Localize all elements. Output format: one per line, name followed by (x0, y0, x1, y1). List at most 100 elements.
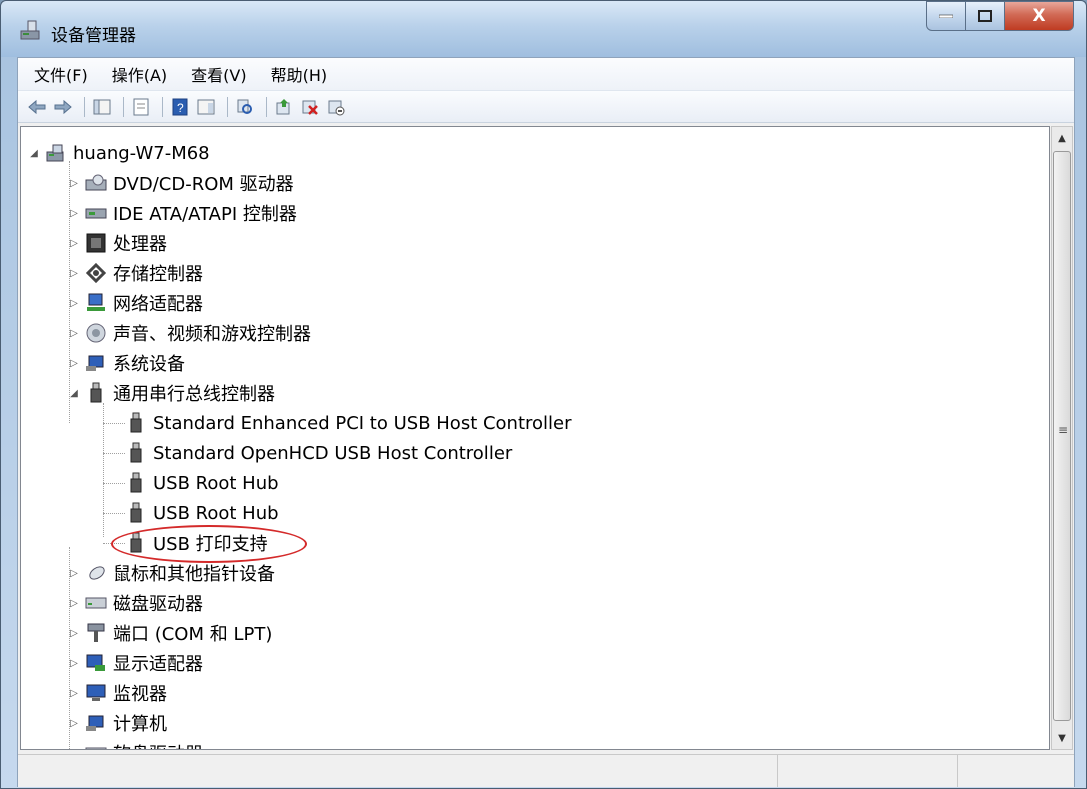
system-device-icon (85, 352, 107, 374)
expand-arrow-icon[interactable]: ▷ (67, 748, 81, 750)
device-manager-app-icon (19, 19, 43, 45)
scroll-up-arrow-icon[interactable]: ▲ (1052, 127, 1072, 149)
close-button[interactable]: X (1004, 1, 1074, 31)
minimize-button[interactable] (926, 1, 966, 31)
tree-category-node[interactable]: ▷ 磁盘驱动器 (67, 589, 203, 617)
tree-category-label: 存储控制器 (113, 264, 203, 285)
usb-device-node[interactable]: USB Root Hub (125, 499, 279, 527)
computer-icon (45, 142, 67, 164)
usb-device-label: Standard Enhanced PCI to USB Host Contro… (153, 412, 572, 434)
usb-icon (125, 412, 147, 434)
menu-help[interactable]: 帮助(H) (263, 62, 336, 86)
tree-category-label: 通用串行总线控制器 (113, 384, 275, 405)
back-icon[interactable] (26, 96, 48, 118)
tree-category-node[interactable]: ▷ 鼠标和其他指针设备 (67, 559, 275, 587)
window-title: 设备管理器 (51, 26, 136, 46)
tree-category-node[interactable]: ▷ 显示适配器 (67, 649, 203, 677)
maximize-button[interactable] (965, 1, 1005, 31)
menu-file[interactable]: 文件(F) (26, 62, 96, 86)
port-icon (85, 622, 107, 644)
collapse-arrow-icon[interactable]: ◢ (27, 148, 41, 159)
usb-device-node[interactable]: Standard OpenHCD USB Host Controller (125, 439, 512, 467)
disable-icon[interactable] (325, 96, 347, 118)
expand-arrow-icon[interactable]: ▷ (67, 328, 81, 339)
expand-arrow-icon[interactable]: ▷ (67, 178, 81, 189)
title-bar[interactable]: 设备管理器 X (1, 1, 1086, 57)
tree-category-node-partial[interactable]: ▷ 软盘驱动器 (67, 739, 203, 750)
usb-icon (125, 442, 147, 464)
toolbar-separator (123, 96, 124, 117)
usb-device-label: USB Root Hub (153, 472, 279, 494)
tree-category-node[interactable]: ▷ 存储控制器 (67, 259, 203, 287)
tree-category-label: 网络适配器 (113, 294, 203, 315)
usb-device-label: Standard OpenHCD USB Host Controller (153, 442, 513, 464)
expand-arrow-icon[interactable]: ▷ (67, 268, 81, 279)
tree-category-node[interactable]: ▷ 处理器 (67, 229, 167, 257)
tree-category-label: DVD/CD-ROM 驱动器 (113, 174, 294, 195)
window-client-area: 文件(F) 操作(A) 查看(V) 帮助(H) ? ◢ huang-W7-M68… (17, 57, 1075, 787)
expand-arrow-icon[interactable]: ▷ (67, 598, 81, 609)
expand-arrow-icon[interactable]: ▷ (67, 718, 81, 729)
expand-arrow-icon[interactable]: ▷ (67, 238, 81, 249)
expand-arrow-icon[interactable]: ▷ (67, 658, 81, 669)
tree-category-label: 端口 (COM 和 LPT) (113, 624, 273, 645)
expand-arrow-icon[interactable]: ▷ (67, 298, 81, 309)
forward-icon[interactable] (52, 96, 74, 118)
scan-hardware-icon[interactable] (234, 96, 256, 118)
tree-category-node[interactable]: ▷ 计算机 (67, 709, 167, 737)
properties-icon[interactable] (130, 96, 152, 118)
tree-category-node[interactable]: ▷ 网络适配器 (67, 289, 203, 317)
expand-arrow-icon[interactable]: ▷ (67, 688, 81, 699)
menu-action[interactable]: 操作(A) (104, 62, 175, 86)
vertical-scrollbar[interactable]: ▲ ≡ ▼ (1051, 126, 1073, 750)
device-tree[interactable]: ◢ huang-W7-M68 ▷ DVD/CD-ROM 驱动器 ▷ IDE AT… (20, 126, 1050, 750)
menu-view[interactable]: 查看(V) (183, 62, 254, 86)
tree-category-label: IDE ATA/ATAPI 控制器 (113, 204, 297, 225)
view-icon[interactable] (195, 96, 217, 118)
scrollbar-grip-icon: ≡ (1058, 423, 1069, 437)
tree-category-node[interactable]: ▷ 声音、视频和游戏控制器 (67, 319, 311, 347)
expand-arrow-icon[interactable]: ▷ (67, 358, 81, 369)
expand-arrow-icon[interactable]: ▷ (67, 628, 81, 639)
usb-icon (125, 472, 147, 494)
tree-category-node[interactable]: ▷ 端口 (COM 和 LPT) (67, 619, 272, 647)
tree-category-node[interactable]: ▷ 监视器 (67, 679, 167, 707)
tree-category-node[interactable]: ▷ IDE ATA/ATAPI 控制器 (67, 199, 297, 227)
sound-icon (85, 322, 107, 344)
usb-device-node[interactable]: Standard Enhanced PCI to USB Host Contro… (125, 409, 572, 437)
tree-category-label: 软盘驱动器 (113, 740, 203, 749)
toolbar-separator (227, 96, 228, 117)
network-adapter-icon (85, 292, 107, 314)
expand-arrow-icon[interactable]: ▷ (67, 208, 81, 219)
storage-controller-icon (85, 262, 107, 284)
monitor-icon (85, 682, 107, 704)
tree-root-node[interactable]: ◢ huang-W7-M68 (27, 139, 210, 167)
floppy-icon (85, 742, 107, 749)
menu-bar: 文件(F) 操作(A) 查看(V) 帮助(H) (18, 58, 1074, 91)
update-driver-icon[interactable] (273, 96, 295, 118)
usb-device-node[interactable]: USB Root Hub (125, 469, 279, 497)
status-bar (18, 754, 1074, 787)
highlight-annotation-ring (111, 525, 307, 563)
status-cell (778, 755, 959, 787)
tree-category-node-usb[interactable]: ◢ 通用串行总线控制器 (67, 379, 275, 407)
usb-icon (125, 502, 147, 524)
window-controls: X (926, 1, 1074, 37)
help-icon[interactable]: ? (169, 96, 191, 118)
tree-connector-line (103, 483, 125, 484)
collapse-arrow-icon[interactable]: ◢ (67, 388, 81, 399)
disk-drive-icon (85, 592, 107, 614)
scrollbar-thumb[interactable]: ≡ (1053, 151, 1071, 721)
tree-category-node[interactable]: ▷ 系统设备 (67, 349, 185, 377)
mouse-icon (85, 562, 107, 584)
show-hide-console-tree-icon[interactable] (91, 96, 113, 118)
toolbar: ? (18, 91, 1074, 123)
uninstall-icon[interactable] (299, 96, 321, 118)
expand-arrow-icon[interactable]: ▷ (67, 568, 81, 579)
svg-text:?: ? (177, 101, 184, 115)
scroll-down-arrow-icon[interactable]: ▼ (1052, 727, 1072, 749)
tree-category-node[interactable]: ▷ DVD/CD-ROM 驱动器 (67, 169, 294, 197)
display-adapter-icon (85, 652, 107, 674)
tree-category-label: 显示适配器 (113, 654, 203, 675)
device-manager-window: 设备管理器 X 文件(F) 操作(A) 查看(V) 帮助(H) ? ◢ huan… (0, 0, 1087, 789)
